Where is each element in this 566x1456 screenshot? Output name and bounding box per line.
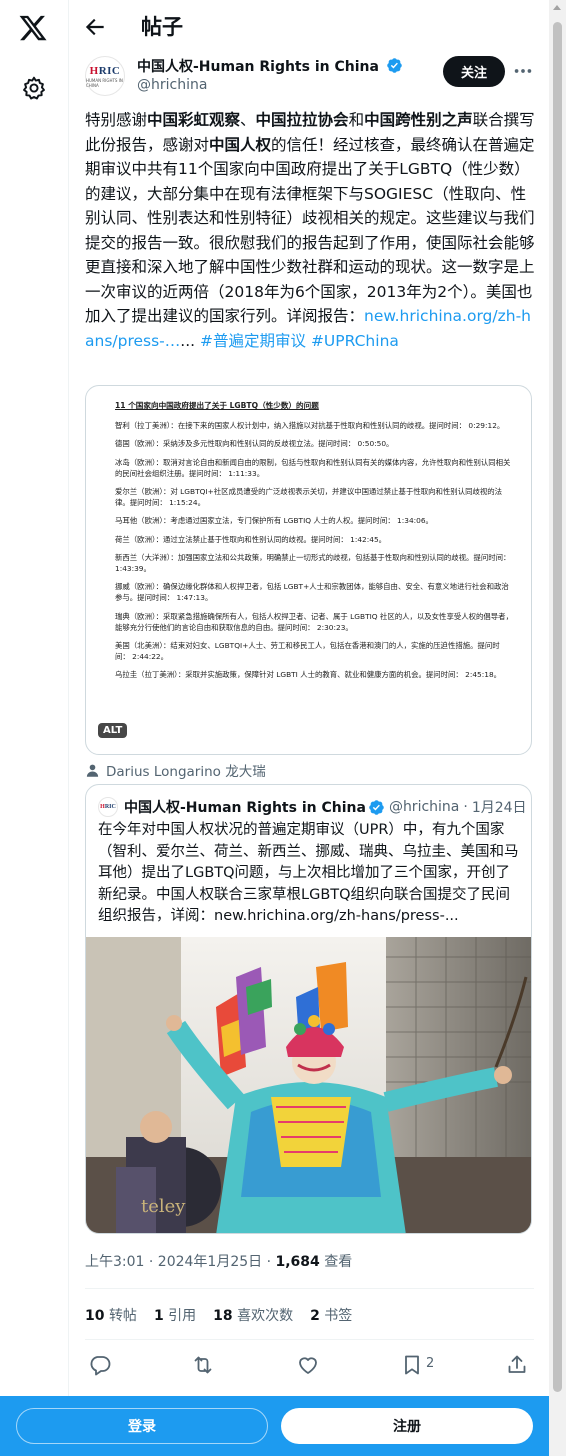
- hric-logo-subtext: HUMAN RIGHTS IN CHINA: [86, 77, 123, 88]
- action-bar: 2: [85, 1353, 535, 1379]
- quoted-post[interactable]: H RIC 中国人权-Human Rights in China @hrichin…: [85, 784, 532, 1234]
- document-entry: 乌拉圭（拉丁美洲）：采取并实施政策，保障针对 LGBTI 人士的教育、就业和健康…: [115, 670, 502, 680]
- attached-document-image[interactable]: 11 个国家向中国政府提出了关于 LGBTQ（性少数）的问题 智利（拉丁美洲）：…: [85, 385, 532, 755]
- document-entry: 新西兰（大洋洲）：加强国家立法和公共政策，明确禁止一切形式的歧视，包括基于性取向…: [115, 552, 511, 574]
- verified-badge-icon: [369, 799, 384, 815]
- author-name-row[interactable]: 中国人权-Human Rights in China: [137, 56, 403, 76]
- stat-quotes[interactable]: 1 引用: [154, 1305, 196, 1325]
- document-entry: 德国（欧洲）：采纳涉及多元性取向和性别认同的反歧视立法。提问时间： 0:50:5…: [115, 439, 394, 449]
- header: 帖子: [70, 0, 549, 53]
- post-text-segment: 、: [240, 111, 256, 129]
- author-handle[interactable]: @hrichina: [137, 77, 207, 93]
- person-icon: [86, 764, 99, 777]
- banner-text: teley: [141, 1196, 186, 1217]
- stat-reposts[interactable]: 10 转帖: [85, 1305, 137, 1325]
- like-icon[interactable]: [296, 1353, 320, 1377]
- views-label: 查看: [319, 1254, 353, 1270]
- follow-button[interactable]: 关注: [443, 56, 505, 87]
- main-column: 帖子 HRIC HUMAN RIGHTS IN CHINA 中国人权-Human…: [70, 0, 549, 1456]
- post-text-segment: 特别感谢: [85, 111, 148, 129]
- author-name[interactable]: 中国人权-Human Rights in China: [137, 59, 379, 75]
- quoted-author-name: 中国人权-Human Rights in China: [124, 800, 366, 816]
- share-icon[interactable]: [505, 1353, 529, 1377]
- quoted-handle: @hrichina: [388, 799, 460, 815]
- document-entry: 美国（北美洲）：结束对妇女、LGBTQI+人士、劳工和移民工人，包括在香港和澳门…: [115, 641, 500, 662]
- stat-likes[interactable]: 18 喜欢次数: [213, 1305, 293, 1325]
- post-text: 特别感谢中国彩虹观察、中国拉拉协会和中国跨性别之声联合撰写此份报告，感谢对中国人…: [85, 108, 535, 353]
- post-timestamp[interactable]: 上午3:01 · 2024年1月25日 · 1,684 查看: [85, 1251, 352, 1271]
- post-link[interactable]: #普遍定期审议: [200, 332, 306, 350]
- divider: [85, 1288, 534, 1289]
- x-logo-icon[interactable]: [18, 13, 48, 43]
- timestamp-text: 上午3:01 · 2024年1月25日 ·: [85, 1254, 276, 1270]
- repost-icon[interactable]: [191, 1353, 215, 1377]
- quoted-post-photo[interactable]: teley: [86, 937, 531, 1233]
- scrollbar-thumb[interactable]: [553, 22, 562, 1392]
- alt-text-badge[interactable]: ALT: [98, 723, 128, 738]
- views-count: 1,684: [275, 1254, 320, 1270]
- post-bold-text: 中国跨性别之声: [364, 111, 473, 129]
- post-bold-text: 中国人权: [209, 135, 272, 154]
- document-entry: 荷兰（欧洲）：通过立法禁止基于性取向和性别认同的歧视。提问时间： 1:42:45…: [115, 534, 387, 544]
- post-text-segment: ...: [180, 331, 200, 350]
- gear-icon[interactable]: [21, 75, 47, 101]
- quoted-separator: ·: [463, 799, 468, 815]
- document-title: 11 个国家向中国政府提出了关于 LGBTQ（性少数）的问题: [115, 401, 319, 410]
- scroll-up-arrow-icon[interactable]: [553, 5, 561, 10]
- signup-banner: 登录 注册: [0, 1396, 549, 1456]
- back-arrow-icon[interactable]: [82, 14, 108, 40]
- quoted-post-text: 在今年对中国人权状况的普遍定期审议（UPR）中，有九个国家（智利、爱尔兰、荷兰、…: [98, 822, 519, 924]
- tagged-person-name: Darius Longarino 龙大瑞: [106, 764, 266, 780]
- post-link[interactable]: #UPRChina: [311, 332, 399, 350]
- login-button[interactable]: 登录: [16, 1408, 268, 1444]
- signup-button[interactable]: 注册: [281, 1408, 533, 1444]
- verified-badge-icon: [387, 58, 402, 73]
- quoted-post-header: H RIC 中国人权-Human Rights in China @hrichin…: [98, 797, 527, 817]
- engagement-stats: 10 转帖 1 引用 18 喜欢次数 2 书签: [85, 1305, 352, 1325]
- parade-photo: teley: [86, 937, 531, 1233]
- document-entry: 挪威（欧洲）：确保边缘化群体和人权捍卫者，包括 LGBT+人士和宗教团体，能够自…: [115, 582, 509, 603]
- quoted-avatar: H RIC: [98, 797, 118, 817]
- tagged-person[interactable]: Darius Longarino 龙大瑞: [85, 760, 266, 780]
- document-entry: 智利（拉丁美洲）：在接下来的国家人权计划中，纳入措施以对抗基于性取向和性别认同的…: [115, 421, 505, 431]
- avatar[interactable]: HRIC HUMAN RIGHTS IN CHINA: [85, 56, 125, 96]
- document-entry: 瑞典（欧洲）：采取紧急措施确保所有人，包括人权捍卫者、记者、属于 LGBTIQ …: [115, 611, 513, 632]
- page-title: 帖子: [141, 15, 183, 39]
- document-entry: 爱尔兰（欧洲）：对 LGBTQI+社区成员遭受的广泛歧视表示关切，并建议中国通过…: [115, 487, 503, 508]
- document-entry: 冰岛（欧洲）：取消对言论自由和新闻自由的限制，包括与性取向和性别认同有关的媒体内…: [115, 457, 511, 478]
- document-entries: 智利（拉丁美洲）：在接下来的国家人权计划中，纳入措施以对抗基于性取向和性别认同的…: [115, 420, 513, 680]
- divider: [85, 1339, 534, 1340]
- document-content: 11 个国家向中国政府提出了关于 LGBTQ（性少数）的问题 智利（拉丁美洲）：…: [115, 400, 513, 688]
- scrollbar[interactable]: [549, 0, 566, 1456]
- more-options-icon[interactable]: [512, 60, 534, 82]
- document-entry: 马耳他（欧洲）：考虑通过国家立法，专门保护所有 LGBTIQ 人士的人权。提问时…: [115, 516, 433, 526]
- bookmark-count: 2: [426, 1356, 435, 1371]
- post-bold-text: 中国拉拉协会: [255, 111, 349, 129]
- post-text-segment: 的信任！经过核查，最终确认在普遍定期审议中共有11个国家向中国政府提出了关于LG…: [85, 135, 535, 326]
- stat-bookmarks[interactable]: 2 书签: [310, 1305, 352, 1325]
- post-text-segment: 和: [348, 111, 365, 129]
- post-bold-text: 中国彩虹观察: [147, 111, 241, 129]
- quoted-date: 1月24日: [471, 800, 527, 816]
- left-rail: [0, 0, 69, 1456]
- bookmark-icon[interactable]: [400, 1353, 424, 1377]
- hric-logo: HRIC: [89, 64, 121, 77]
- reply-icon[interactable]: [88, 1353, 112, 1377]
